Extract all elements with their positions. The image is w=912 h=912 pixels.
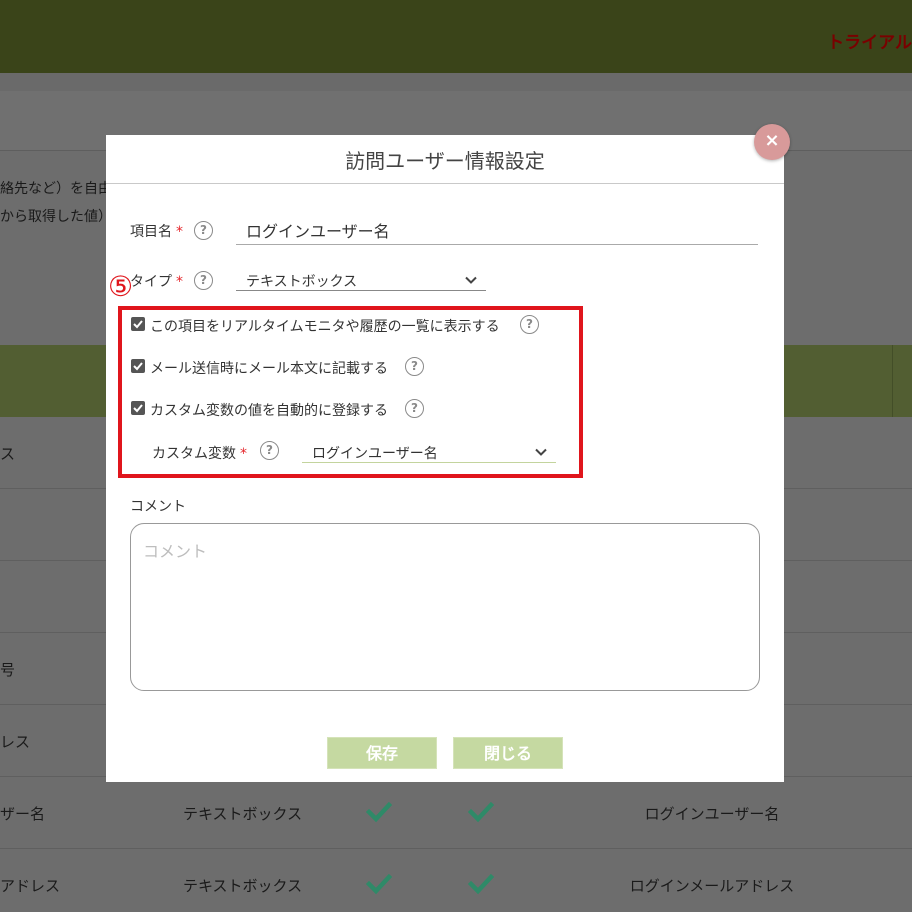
row-item-name: 号 [0,661,16,679]
comment-label: コメント [130,499,186,515]
comment-textarea[interactable] [130,523,760,691]
include-in-mail-label[interactable]: メール送信時にメール本文に記載する [150,358,388,378]
custom-variable-label: カスタム変数 * [152,446,247,462]
checkmark-icon [365,799,393,825]
required-mark: * [240,446,247,462]
trial-label[interactable]: トライアル [827,28,912,53]
row-item-name: ス [0,445,16,463]
required-mark: * [176,274,183,290]
dialog-title: 訪問ユーザー情報設定 [106,135,784,184]
required-mark: * [176,224,183,240]
item-name-label: 項目名 * [130,224,183,240]
show-in-list-help-icon[interactable]: ? [520,315,539,334]
checkmark-icon [133,362,143,371]
chevron-down-icon [465,276,477,284]
save-button[interactable]: 保存 [327,737,437,769]
include-in-mail-help-icon[interactable]: ? [405,357,424,376]
row-item-type: テキストボックス [183,877,303,895]
description-line: から取得した値） [0,209,112,225]
description-line: 絡先など）を自由 [0,181,112,197]
custom-variable-select-value: ログインユーザー名 [312,446,438,462]
checkmark-icon [133,320,143,329]
close-icon[interactable]: × [754,124,790,160]
auto-register-variable-help-icon[interactable]: ? [405,399,424,418]
row-item-value: ログインメールアドレス [629,877,795,895]
include-in-mail-checkbox[interactable] [131,359,145,373]
row-item-name: アドレス [0,877,61,895]
custom-variable-select[interactable]: ログインユーザー名 [302,443,556,463]
type-help-icon[interactable]: ? [194,271,213,290]
row-item-name: ザー名 [0,805,46,823]
header-shadow [0,73,912,91]
checkmark-icon [467,799,495,825]
item-name-help-icon[interactable]: ? [194,221,213,240]
checkmark-icon [365,871,393,897]
table-row[interactable]: アドレス テキストボックス ログインメールアドレス [0,849,912,912]
table-row[interactable]: ザー名 テキストボックス ログインユーザー名 [0,777,912,849]
row-item-type: テキストボックス [183,805,303,823]
type-label: タイプ * [130,274,183,290]
auto-register-variable-label[interactable]: カスタム変数の値を自動的に登録する [150,400,388,420]
row-item-name: レス [0,733,31,751]
type-select-value: テキストボックス [246,274,358,290]
visitor-info-settings-dialog: 訪問ユーザー情報設定 項目名* ? タイプ* ? テキストボックス ⑤ この項目… [106,135,784,782]
checkmark-icon [467,871,495,897]
annotation-number: ⑤ [108,270,134,303]
row-item-value: ログインユーザー名 [644,805,780,823]
app-header: トライアル [0,0,912,73]
auto-register-variable-checkbox[interactable] [131,401,145,415]
checkmark-icon [133,404,143,413]
close-dialog-button[interactable]: 閉じる [453,737,563,769]
item-name-input[interactable] [236,215,758,245]
chevron-down-icon [535,448,547,456]
show-in-list-checkbox[interactable] [131,317,145,331]
show-in-list-label[interactable]: この項目をリアルタイムモニタや履歴の一覧に表示する [150,316,500,336]
type-select[interactable]: テキストボックス [236,271,486,291]
custom-variable-help-icon[interactable]: ? [260,441,279,460]
